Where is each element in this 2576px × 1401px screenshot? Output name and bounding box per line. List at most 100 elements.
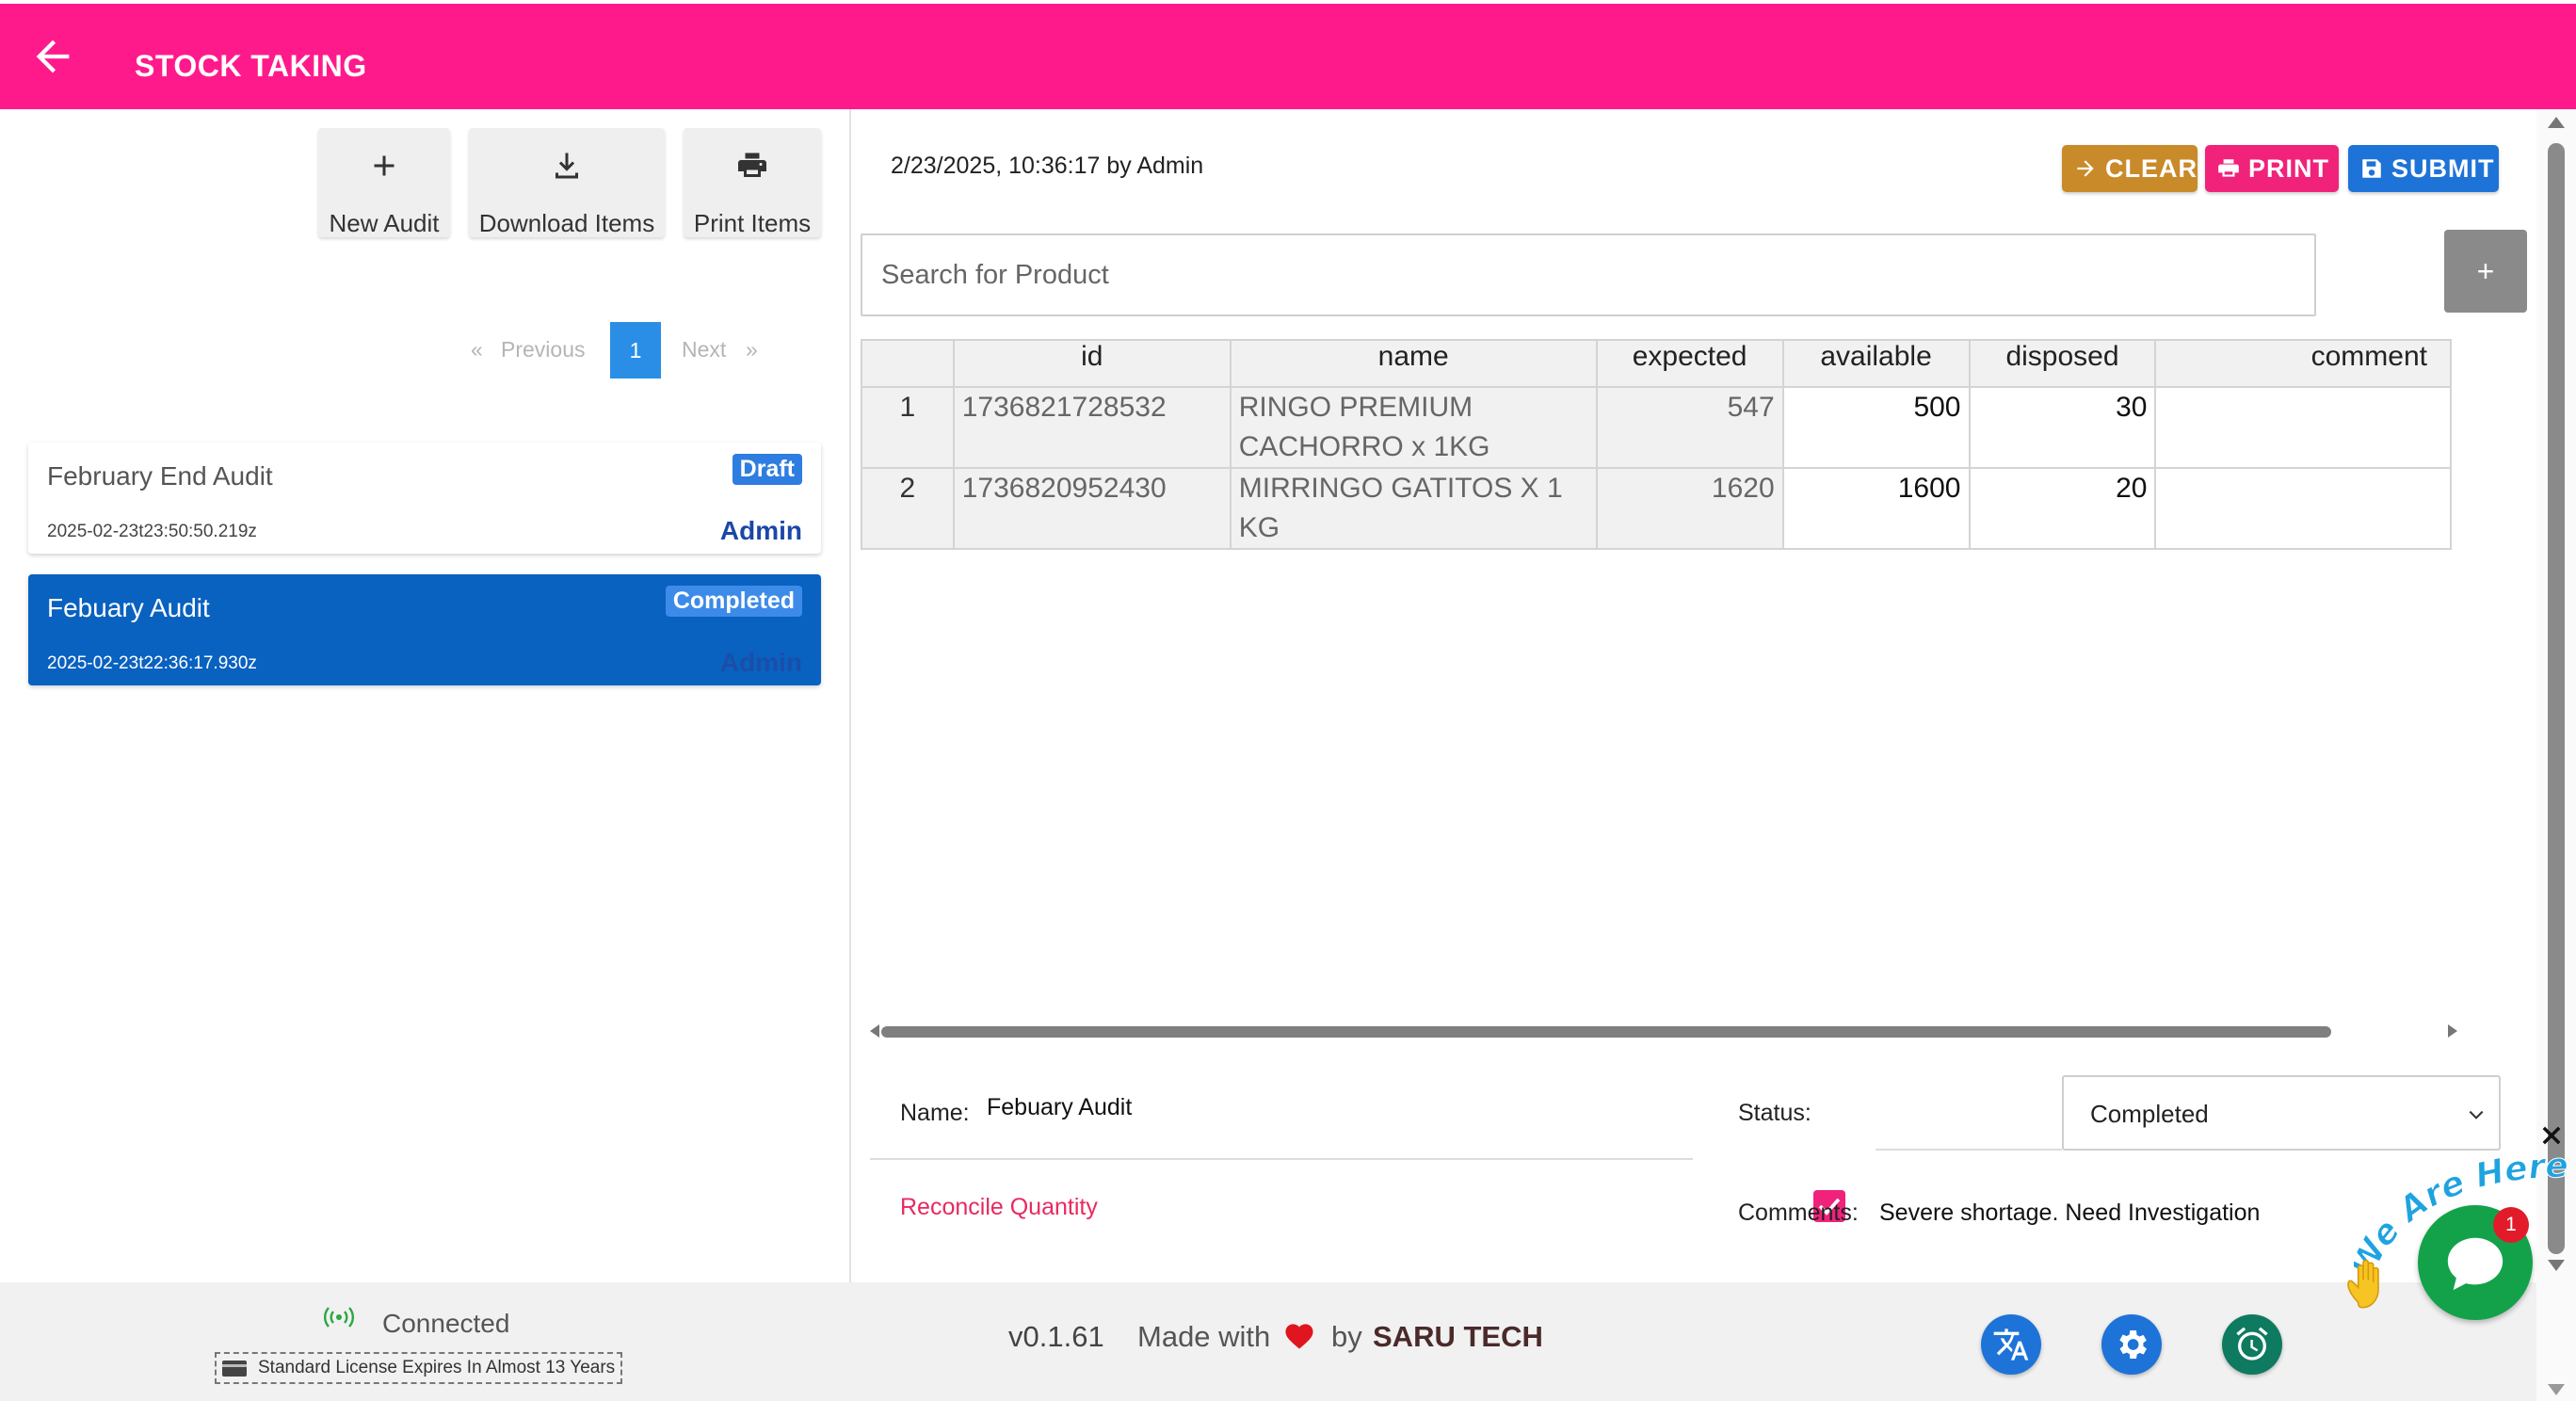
row-index: 1 — [861, 386, 955, 469]
alarm-button[interactable] — [2222, 1314, 2282, 1375]
name-label: Name: — [900, 1100, 970, 1126]
save-icon — [2362, 159, 2381, 178]
audit-detail-panel: 2/23/2025, 10:36:17 by Admin CLEAR PRINT… — [851, 109, 2536, 1282]
scrollbar-thumb[interactable] — [2548, 143, 2565, 1254]
print-label: PRINT — [2248, 154, 2329, 183]
comments-value[interactable]: Severe shortage. Need Investigation — [1879, 1200, 2260, 1227]
settings-button[interactable] — [2101, 1314, 2162, 1375]
row-index: 2 — [861, 467, 955, 550]
connection-status: Connected — [382, 1309, 510, 1338]
cell-name: RINGO PREMIUM CACHORRO x 1KG — [1229, 386, 1598, 469]
column-header-expected: expected — [1595, 339, 1784, 388]
credit-card-icon — [222, 1361, 247, 1377]
audit-name: Febuary Audit — [47, 593, 210, 622]
cell-name: MIRRINGO GATITOS X 1 KG — [1229, 467, 1598, 550]
table-row: 2 1736820952430 MIRRINGO GATITOS X 1 KG … — [861, 467, 2452, 550]
prev-arrow: « — [471, 337, 483, 362]
printer-icon — [2218, 159, 2239, 177]
audit-card-selected[interactable]: Febuary Audit Completed 2025-02-23t22:36… — [28, 574, 821, 685]
table-header-row: id name expected available disposed comm… — [861, 339, 2452, 388]
cell-comment[interactable] — [2154, 386, 2452, 469]
audit-card[interactable]: February End Audit Draft 2025-02-23t23:5… — [28, 443, 821, 554]
cell-expected: 1620 — [1595, 467, 1784, 550]
table-horizontal-scrollbar[interactable] — [870, 1023, 2457, 1039]
name-underline — [870, 1158, 1693, 1160]
print-items-label: Print Items — [693, 209, 812, 237]
cell-available[interactable]: 500 — [1781, 386, 1971, 469]
status-badge: Draft — [732, 454, 802, 485]
previous-link[interactable]: Previous — [501, 337, 585, 362]
audit-user: Admin — [719, 648, 802, 677]
scroll-up-arrow[interactable] — [2548, 117, 2565, 128]
cell-comment[interactable] — [2154, 467, 2452, 550]
submit-label: SUBMIT — [2391, 154, 2495, 183]
back-button[interactable] — [28, 32, 77, 81]
status-badge: Completed — [665, 586, 802, 617]
license-info: Standard License Expires In Almost 13 Ye… — [215, 1352, 623, 1384]
heart-icon — [1285, 1324, 1313, 1349]
printer-icon — [684, 149, 821, 183]
add-product-button[interactable]: + — [2444, 230, 2527, 313]
made-with-text: Made with — [1137, 1320, 1271, 1353]
plus-icon — [318, 149, 450, 183]
print-items-button[interactable]: Print Items — [684, 128, 821, 237]
arrow-left-icon — [36, 40, 70, 73]
download-icon — [469, 149, 665, 183]
unread-count-badge: 1 — [2493, 1207, 2529, 1243]
clear-button[interactable]: CLEAR — [2062, 145, 2198, 192]
license-text: Standard License Expires In Almost 13 Ye… — [258, 1358, 616, 1377]
column-header-name: name — [1229, 339, 1598, 388]
status-selected-value: Completed — [2090, 1100, 2209, 1128]
page-title: STOCK TAKING — [135, 49, 367, 83]
scroll-left-arrow[interactable] — [870, 1024, 879, 1038]
scroll-down-arrow[interactable] — [2548, 1384, 2565, 1395]
waving-hand-icon — [2347, 1259, 2379, 1309]
column-header — [861, 339, 955, 388]
audit-date: 2025-02-23t23:50:50.219z — [47, 522, 257, 541]
translate-button[interactable] — [1981, 1314, 2041, 1375]
scroll-right-arrow[interactable] — [2448, 1024, 2457, 1038]
arrow-right-icon — [2077, 160, 2094, 177]
cell-available[interactable]: 1600 — [1781, 467, 1971, 550]
wifi-signal-icon — [324, 1307, 354, 1328]
submit-button[interactable]: SUBMIT — [2348, 145, 2499, 192]
download-items-button[interactable]: Download Items — [469, 128, 665, 237]
cell-id: 1736820952430 — [952, 467, 1232, 550]
name-value[interactable]: Febuary Audit — [987, 1094, 1132, 1121]
audit-list-panel: New Audit Download Items Print Items « P… — [0, 109, 849, 1282]
audit-timestamp: 2/23/2025, 10:36:17 by Admin — [891, 153, 1204, 179]
clear-label: CLEAR — [2105, 154, 2198, 183]
cell-disposed[interactable]: 20 — [1968, 467, 2157, 550]
download-items-label: Download Items — [478, 209, 655, 237]
reconcile-quantity-label: Reconcile Quantity — [900, 1194, 1098, 1220]
new-audit-label: New Audit — [329, 209, 440, 237]
alarm-clock-icon — [2236, 1327, 2268, 1361]
chat-bubble-icon — [2447, 1237, 2504, 1291]
column-header-available: available — [1781, 339, 1971, 388]
chevron-down-icon — [2469, 1110, 2484, 1119]
gear-icon — [2119, 1330, 2147, 1359]
audit-date: 2025-02-23t22:36:17.930z — [47, 653, 257, 673]
audit-name: February End Audit — [47, 461, 273, 491]
column-header-id: id — [952, 339, 1232, 388]
next-arrow: » — [746, 337, 758, 362]
status-label: Status: — [1738, 1100, 1811, 1126]
scrollbar-thumb[interactable] — [881, 1026, 2331, 1038]
page-1-button[interactable]: 1 — [610, 322, 661, 378]
cell-expected: 547 — [1595, 386, 1784, 469]
column-header-disposed: disposed — [1968, 339, 2157, 388]
brand-name: SARU TECH — [1373, 1320, 1543, 1353]
print-button[interactable]: PRINT — [2205, 145, 2339, 192]
cell-disposed[interactable]: 30 — [1968, 386, 2157, 469]
cell-id: 1736821728532 — [952, 386, 1232, 469]
app-header: STOCK TAKING — [0, 4, 2576, 109]
column-header-comment: comment — [2154, 339, 2452, 388]
product-search-input[interactable] — [861, 234, 2316, 316]
app-version: v0.1.61 — [1008, 1320, 1104, 1353]
comments-label: Comments: — [1738, 1200, 1859, 1226]
table-row: 1 1736821728532 RINGO PREMIUM CACHORRO x… — [861, 386, 2452, 469]
new-audit-button[interactable]: New Audit — [318, 128, 450, 237]
audit-user: Admin — [719, 516, 802, 545]
status-underline — [1876, 1149, 2062, 1151]
next-link[interactable]: Next — [682, 337, 726, 362]
